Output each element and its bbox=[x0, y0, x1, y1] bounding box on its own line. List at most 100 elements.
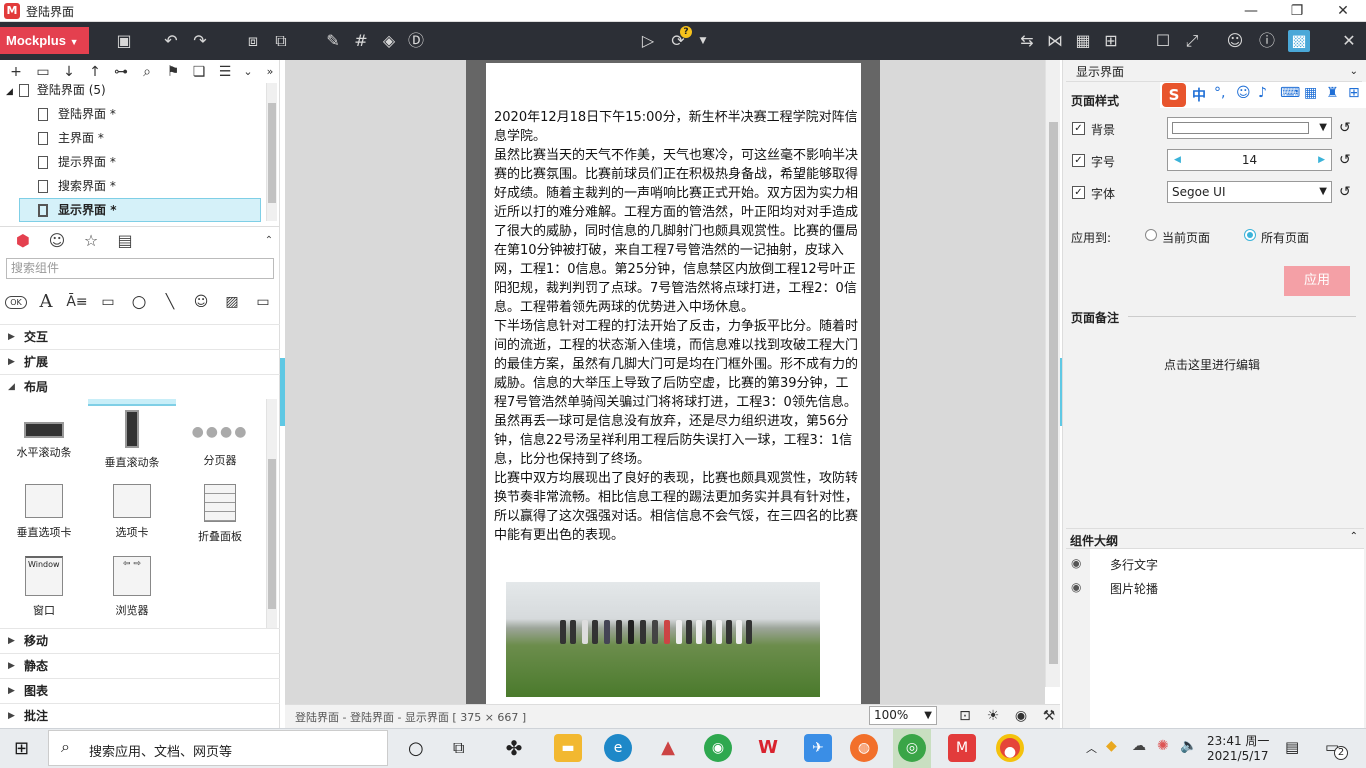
page-notes-editor[interactable]: 点击这里进行编辑 bbox=[1164, 356, 1260, 373]
ime-toolbar[interactable]: S 中 °, ☺ ♪ ⌨ ▦ ♜ ⊞ bbox=[1160, 82, 1366, 108]
fill-icon[interactable]: ◈ bbox=[378, 30, 400, 52]
reset-icon[interactable]: ↺ bbox=[1339, 184, 1351, 200]
button-component-icon[interactable]: OK bbox=[5, 296, 27, 309]
font-size-checkbox[interactable]: ✓ bbox=[1072, 154, 1085, 167]
chrome-icon[interactable]: ● bbox=[996, 734, 1024, 762]
increase-icon[interactable]: ▶ bbox=[1318, 150, 1325, 170]
cloud-icon[interactable]: ☁ bbox=[1132, 738, 1146, 754]
preview-play-icon[interactable]: ▷ bbox=[637, 30, 659, 52]
ungroup-icon[interactable]: ⧉ bbox=[270, 30, 292, 52]
apply-button[interactable]: 应用 bbox=[1284, 266, 1350, 296]
taskbar-search-box[interactable]: ⌕ 搜索应用、文档、网页等 bbox=[48, 730, 388, 766]
task-view-icon[interactable]: ⧉ bbox=[453, 738, 464, 758]
category-mobile[interactable]: ▶ 移动 bbox=[0, 628, 280, 653]
wrench-icon[interactable]: ⚒ bbox=[1038, 706, 1060, 726]
brightness-icon[interactable]: ☀ bbox=[982, 706, 1004, 726]
collapse-up-icon[interactable]: ⌃ bbox=[1350, 531, 1358, 542]
category-interaction[interactable]: ▶ 交互 bbox=[0, 324, 280, 349]
grid-view-icon[interactable]: ⊞ bbox=[1100, 30, 1122, 52]
font-select[interactable]: Segoe UI ▼ bbox=[1167, 181, 1332, 203]
canvas-scrollbar-thumb[interactable] bbox=[1049, 122, 1058, 664]
outline-item[interactable]: 图片轮播 bbox=[1110, 580, 1158, 597]
tree-root[interactable]: ◢ 登陆界面 (5) bbox=[6, 79, 268, 101]
qrcode-icon[interactable]: ▦ bbox=[1072, 30, 1094, 52]
components-tab-icon[interactable]: ⬢ bbox=[12, 230, 34, 252]
components-scrollbar-thumb[interactable] bbox=[268, 459, 276, 609]
reset-icon[interactable]: ↺ bbox=[1339, 120, 1351, 136]
vscroll-widget[interactable]: 垂直滚动条 bbox=[92, 410, 172, 470]
tree-scrollbar-thumb[interactable] bbox=[268, 103, 276, 203]
help-icon[interactable]: ⓘ bbox=[1256, 30, 1278, 52]
d-tool-icon[interactable]: Ⓓ bbox=[405, 30, 427, 52]
pager-widget[interactable]: ●●●● 分页器 bbox=[180, 410, 260, 468]
save-icon[interactable]: ▣ bbox=[113, 30, 135, 52]
fan-app-icon[interactable]: ✤ bbox=[500, 734, 528, 762]
cortana-icon[interactable]: ○ bbox=[408, 738, 424, 759]
canvas-scrollbar[interactable] bbox=[1045, 60, 1060, 687]
chevron-down-icon[interactable]: ⌄ bbox=[1350, 62, 1358, 82]
firefox-icon[interactable]: ◍ bbox=[850, 734, 878, 762]
tree-page-selected[interactable]: 显示界面 * bbox=[38, 199, 300, 221]
share-icon[interactable]: ⋈ bbox=[1044, 30, 1066, 52]
decrease-icon[interactable]: ◀ bbox=[1174, 150, 1181, 170]
emoji-component-icon[interactable]: ☺ bbox=[190, 292, 212, 312]
browser-widget[interactable]: ⇦ ⇨ 浏览器 bbox=[92, 556, 172, 618]
export-icon[interactable]: ⇆ bbox=[1016, 30, 1038, 52]
outline-item[interactable]: 多行文字 bbox=[1110, 556, 1158, 573]
paragraph-component-icon[interactable]: Ā≡ bbox=[66, 292, 88, 312]
image-carousel-component[interactable] bbox=[506, 582, 820, 697]
category-annotation[interactable]: ▶ 批注 bbox=[0, 703, 280, 728]
input-component-icon[interactable]: ▭ bbox=[252, 292, 274, 312]
tray-expand-icon[interactable]: ︿ bbox=[1086, 740, 1097, 756]
windows-start-icon[interactable]: ⊞ bbox=[14, 738, 29, 759]
current-page-radio[interactable] bbox=[1145, 229, 1157, 241]
line-component-icon[interactable]: ╲ bbox=[159, 292, 181, 312]
sync-dropdown-icon[interactable]: ▼ bbox=[692, 30, 714, 52]
font-checkbox[interactable]: ✓ bbox=[1072, 186, 1085, 199]
all-pages-radio[interactable] bbox=[1244, 229, 1256, 241]
category-extension[interactable]: ▶ 扩展 bbox=[0, 349, 280, 374]
category-layout[interactable]: ◢ 布局 bbox=[0, 374, 280, 399]
team-icon[interactable]: ☺ bbox=[1224, 30, 1246, 52]
tree-scrollbar[interactable] bbox=[266, 83, 277, 221]
multiline-text-component[interactable]: 2020年12月18日下午15:00分，新生杯半决赛工程学院对阵信息学院。 虽然… bbox=[494, 108, 860, 545]
bg-checkbox[interactable]: ✓ bbox=[1072, 122, 1085, 135]
accordion-widget[interactable]: 折叠面板 bbox=[180, 484, 260, 544]
matlab-icon[interactable]: ▲ bbox=[654, 734, 682, 762]
redo-icon[interactable]: ↷ bbox=[189, 30, 211, 52]
clock-date[interactable]: 2021/5/17 bbox=[1207, 749, 1269, 763]
group-icon[interactable]: ⧈ bbox=[242, 30, 264, 52]
star-tab-icon[interactable]: ☆ bbox=[80, 230, 102, 252]
close-icon[interactable]: ✕ bbox=[1320, 0, 1366, 22]
file-explorer-icon[interactable]: ▬ bbox=[554, 734, 582, 762]
text-component-icon[interactable]: A bbox=[35, 292, 57, 312]
component-search-input[interactable]: 搜索组件 bbox=[6, 258, 274, 279]
window-widget[interactable]: Window 窗口 bbox=[4, 556, 84, 618]
globe-app-icon[interactable]: ◎ bbox=[898, 734, 926, 762]
circle-component-icon[interactable]: ○ bbox=[128, 292, 150, 312]
emoji-tab-icon[interactable]: ☺ bbox=[46, 230, 68, 252]
grid-icon[interactable]: # bbox=[350, 30, 372, 52]
eye-icon[interactable]: ◉ bbox=[1071, 556, 1081, 570]
reset-icon[interactable]: ↺ bbox=[1339, 152, 1351, 168]
fullscreen-icon[interactable]: ⤢ bbox=[1181, 30, 1203, 52]
tree-page[interactable]: 搜索界面 * bbox=[38, 175, 300, 197]
maximize-icon[interactable]: ❐ bbox=[1274, 0, 1320, 22]
font-size-stepper[interactable]: ◀ 14 ▶ bbox=[1167, 149, 1332, 171]
zoom-select[interactable]: 100% ▼ bbox=[869, 706, 937, 725]
avatar[interactable]: ▩ bbox=[1288, 30, 1310, 52]
hscroll-widget[interactable]: 水平滚动条 bbox=[4, 410, 84, 460]
bg-color-picker[interactable]: ▼ bbox=[1167, 117, 1332, 139]
wps-office-icon[interactable]: W bbox=[754, 734, 782, 762]
minimize-icon[interactable]: — bbox=[1228, 0, 1274, 22]
tree-page[interactable]: 主界面 * bbox=[38, 127, 300, 149]
frame-icon[interactable]: ☐ bbox=[1152, 30, 1174, 52]
format-brush-icon[interactable]: ✎ bbox=[322, 30, 344, 52]
rectangle-component-icon[interactable]: ▭ bbox=[97, 292, 119, 312]
tree-page[interactable]: 登陆界面 * bbox=[38, 103, 300, 125]
volume-icon[interactable]: 🔈 bbox=[1180, 738, 1197, 754]
notes-icon[interactable]: ▤ bbox=[1285, 738, 1299, 756]
tree-page[interactable]: 提示界面 * bbox=[38, 151, 300, 173]
template-tab-icon[interactable]: ▤ bbox=[114, 230, 136, 252]
tab-widget[interactable]: 选项卡 bbox=[92, 484, 172, 540]
